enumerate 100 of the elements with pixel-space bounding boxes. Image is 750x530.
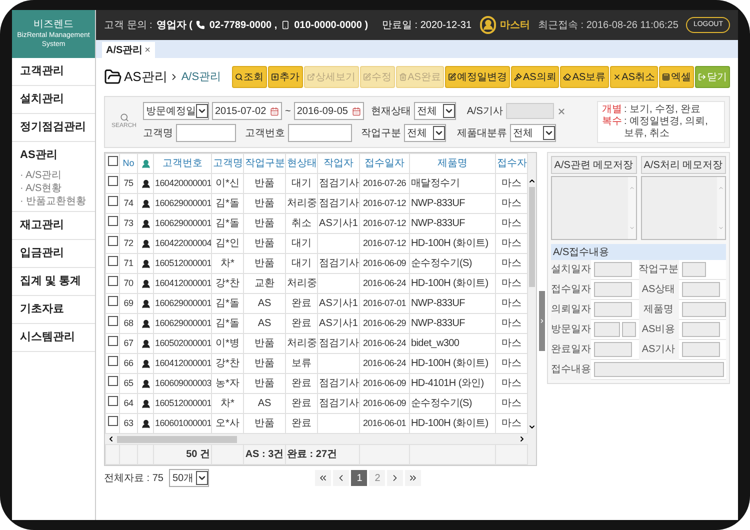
user-icon[interactable]	[140, 218, 150, 228]
status-select[interactable]: 전체	[414, 102, 456, 120]
scroll-left-icon[interactable]	[107, 435, 115, 443]
row-checkbox[interactable]	[108, 356, 118, 366]
toolbar-button[interactable]: AS의뢰	[510, 66, 560, 88]
form-field[interactable]	[622, 322, 636, 337]
technician-field[interactable]	[506, 103, 554, 119]
tab[interactable]: A/S관리 ×	[102, 42, 155, 58]
form-field[interactable]	[682, 322, 720, 337]
column-header[interactable]: 작업구분	[244, 154, 286, 174]
tab-close[interactable]: ×	[144, 42, 151, 58]
toolbar-button[interactable]: 예정일변경	[444, 66, 510, 88]
column-header[interactable]: 작업자	[318, 154, 360, 174]
user-icon[interactable]	[140, 258, 150, 268]
status-label: 현재상태	[370, 104, 411, 118]
toolbar-button[interactable]: AS취소	[610, 66, 658, 88]
clear-icon[interactable]	[556, 106, 566, 116]
column-header[interactable]: 접수일자	[360, 154, 410, 174]
row-checkbox[interactable]	[108, 256, 118, 266]
scroll-down-icon[interactable]	[528, 423, 536, 431]
toolbar-button[interactable]: AS보류	[560, 66, 609, 88]
sidebar-item[interactable]: 입금관리	[12, 240, 95, 267]
user-icon[interactable]	[140, 178, 150, 188]
sidebar-item[interactable]: AS관리	[12, 142, 95, 169]
row-checkbox[interactable]	[108, 236, 118, 246]
row-checkbox[interactable]	[108, 296, 118, 306]
sidebar-item[interactable]: 시스템관리	[12, 324, 95, 351]
row-checkbox[interactable]	[108, 416, 118, 426]
customer-number-field[interactable]	[288, 124, 352, 142]
sidebar-item[interactable]: 정기점검관리	[12, 114, 95, 141]
customer-name-field[interactable]	[176, 124, 236, 142]
row-checkbox[interactable]	[108, 336, 118, 346]
user-icon[interactable]	[140, 278, 150, 288]
column-header[interactable]: 현상태	[286, 154, 318, 174]
user-icon[interactable]	[140, 358, 150, 368]
toolbar-button[interactable]: 추가	[268, 66, 303, 88]
user-icon[interactable]	[140, 238, 150, 248]
date-type-select[interactable]: 방문예정일	[143, 102, 209, 120]
sidebar-item[interactable]: 기초자료	[12, 296, 95, 323]
panel-toggle-handle[interactable]	[539, 291, 545, 351]
gavel-icon	[514, 73, 522, 81]
row-checkbox[interactable]	[108, 396, 118, 406]
table-cell: 김*돌	[212, 294, 244, 314]
form-field[interactable]	[682, 282, 720, 297]
toolbar-button[interactable]: 엑셀	[659, 66, 694, 88]
sidebar-item[interactable]: 집계 및 통계	[12, 268, 95, 295]
user-icon[interactable]	[140, 198, 150, 208]
vertical-scrollbar[interactable]	[528, 153, 536, 465]
column-header[interactable]: 고객명	[212, 154, 244, 174]
table-cell: 2016-06-09	[360, 374, 410, 394]
date-to-field[interactable]: 2016-09-05	[294, 102, 364, 120]
user-icon[interactable]	[140, 418, 150, 428]
user-icon[interactable]	[140, 378, 150, 388]
row-checkbox[interactable]	[108, 276, 118, 286]
work-type-select[interactable]: 전체	[404, 124, 446, 142]
form-field[interactable]	[594, 262, 632, 277]
scroll-up-icon[interactable]	[528, 177, 536, 185]
column-header[interactable]: 제품명	[410, 154, 496, 174]
table-cell: 71	[120, 254, 138, 274]
sidebar-subitem[interactable]: · A/S현황	[12, 182, 95, 195]
form-field[interactable]	[682, 262, 706, 277]
first-page-icon[interactable]	[315, 470, 332, 486]
last-page-icon[interactable]	[405, 470, 422, 486]
form-field[interactable]	[594, 282, 632, 297]
sidebar-item[interactable]: 재고관리	[12, 212, 95, 239]
user-icon[interactable]	[140, 318, 150, 328]
toolbar-button[interactable]: 조회	[232, 66, 267, 88]
scroll-right-icon[interactable]	[518, 435, 526, 443]
row-checkbox[interactable]	[108, 196, 118, 206]
sidebar-item[interactable]: 고객관리	[12, 58, 95, 85]
previous-page-icon[interactable]	[333, 470, 350, 486]
phone-number: 02-7789-0000 ,	[209, 18, 278, 32]
user-icon[interactable]	[140, 398, 150, 408]
form-field[interactable]	[682, 342, 720, 357]
column-header[interactable]: No	[120, 154, 138, 174]
row-checkbox[interactable]	[108, 316, 118, 326]
total-records: 전체자료 : 75	[104, 472, 164, 486]
horizontal-scrollbar[interactable]	[105, 434, 528, 444]
category-select[interactable]: 전체	[510, 124, 556, 142]
form-field[interactable]	[594, 342, 632, 357]
row-checkbox[interactable]	[108, 156, 118, 166]
sidebar-item[interactable]: 설치관리	[12, 86, 95, 113]
user-icon[interactable]	[140, 338, 150, 348]
form-field[interactable]	[594, 362, 724, 377]
page-size-select[interactable]: 50개	[169, 469, 210, 487]
sidebar-subitem[interactable]: · 반품교환현황	[12, 195, 95, 208]
form-field[interactable]	[594, 302, 632, 317]
date-from-field[interactable]: 2015-07-02	[212, 102, 282, 120]
memo-save-button[interactable]: A/S처리 메모저장	[640, 156, 726, 174]
sidebar-subitem[interactable]: · A/S관리	[12, 169, 95, 182]
page-button[interactable]: 1	[351, 470, 368, 486]
form-field[interactable]	[594, 322, 620, 337]
column-header[interactable]: 고객번호	[154, 154, 212, 174]
row-checkbox[interactable]	[108, 216, 118, 226]
row-checkbox[interactable]	[108, 376, 118, 386]
form-field[interactable]	[682, 302, 726, 317]
user-icon[interactable]	[140, 298, 150, 308]
next-page-icon[interactable]	[387, 470, 404, 486]
row-checkbox[interactable]	[108, 176, 118, 186]
memo-save-button[interactable]: A/S관련 메모저장	[551, 156, 636, 174]
